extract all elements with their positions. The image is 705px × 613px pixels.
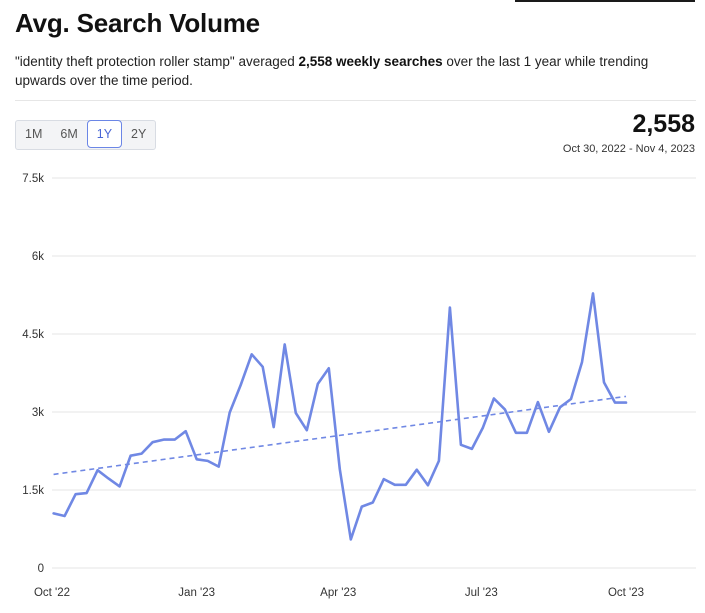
y-tick-label: 1.5k: [22, 485, 44, 497]
x-tick-label: Oct '23: [608, 587, 644, 599]
range-button-1y[interactable]: 1Y: [86, 120, 123, 148]
top-rule: [515, 0, 695, 2]
x-tick-label: Apr '23: [320, 587, 356, 599]
page-title: Avg. Search Volume: [15, 8, 260, 38]
y-tick-label: 0: [38, 563, 44, 575]
desc-highlight: 2,558 weekly searches: [298, 54, 443, 69]
search-volume-chart: 0 1.5k 3k 4.5k 6k 7.5k Oct '22 Jan '23 Apr '23 Ju…: [22, 173, 696, 599]
series-line: [52, 292, 628, 541]
keyword-quote: "identity theft protection roller stamp": [15, 54, 235, 69]
range-button-6m[interactable]: 6M: [51, 121, 86, 147]
y-tick-label: 4.5k: [22, 329, 44, 341]
header-divider: [15, 100, 696, 101]
y-tick-label: 6k: [32, 251, 44, 263]
x-tick-label: Jul '23: [465, 587, 498, 599]
x-tick-label: Oct '22: [34, 587, 70, 599]
range-button-2y[interactable]: 2Y: [122, 121, 155, 147]
y-tick-label: 3k: [32, 407, 44, 419]
range-button-1m[interactable]: 1M: [16, 121, 51, 147]
desc-text-mid: averaged: [234, 54, 299, 69]
x-tick-label: Jan '23: [178, 587, 215, 599]
y-tick-label: 7.5k: [22, 173, 44, 185]
date-range-label: Oct 30, 2022 - Nov 4, 2023: [562, 143, 695, 155]
summary-description: "identity theft protection roller stamp"…: [15, 52, 685, 90]
time-range-selector: 1M 6M 1Y 2Y: [15, 120, 157, 150]
average-value: 2,558: [632, 110, 695, 138]
